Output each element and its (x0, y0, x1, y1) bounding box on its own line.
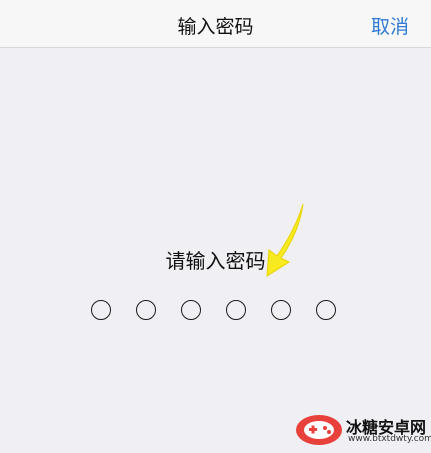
passcode-dot-4 (226, 300, 246, 320)
cancel-button[interactable]: 取消 (371, 12, 409, 39)
passcode-dots[interactable] (91, 300, 341, 322)
passcode-dot-1 (91, 300, 111, 320)
navigation-bar: 输入密码 取消 (0, 0, 431, 48)
gamepad-logo-icon (296, 415, 342, 445)
passcode-dot-5 (271, 300, 291, 320)
passcode-dot-2 (136, 300, 156, 320)
yellow-arrow-icon (266, 203, 304, 277)
page-title: 输入密码 (177, 16, 254, 38)
passcode-prompt: 请输入密码 (165, 249, 266, 273)
watermark-url: www.btxtdwty.com (348, 434, 431, 444)
passcode-dot-3 (181, 300, 201, 320)
site-watermark: 冰糖安卓网 www.btxtdwty.com (292, 402, 431, 452)
passcode-dot-6 (316, 300, 336, 320)
